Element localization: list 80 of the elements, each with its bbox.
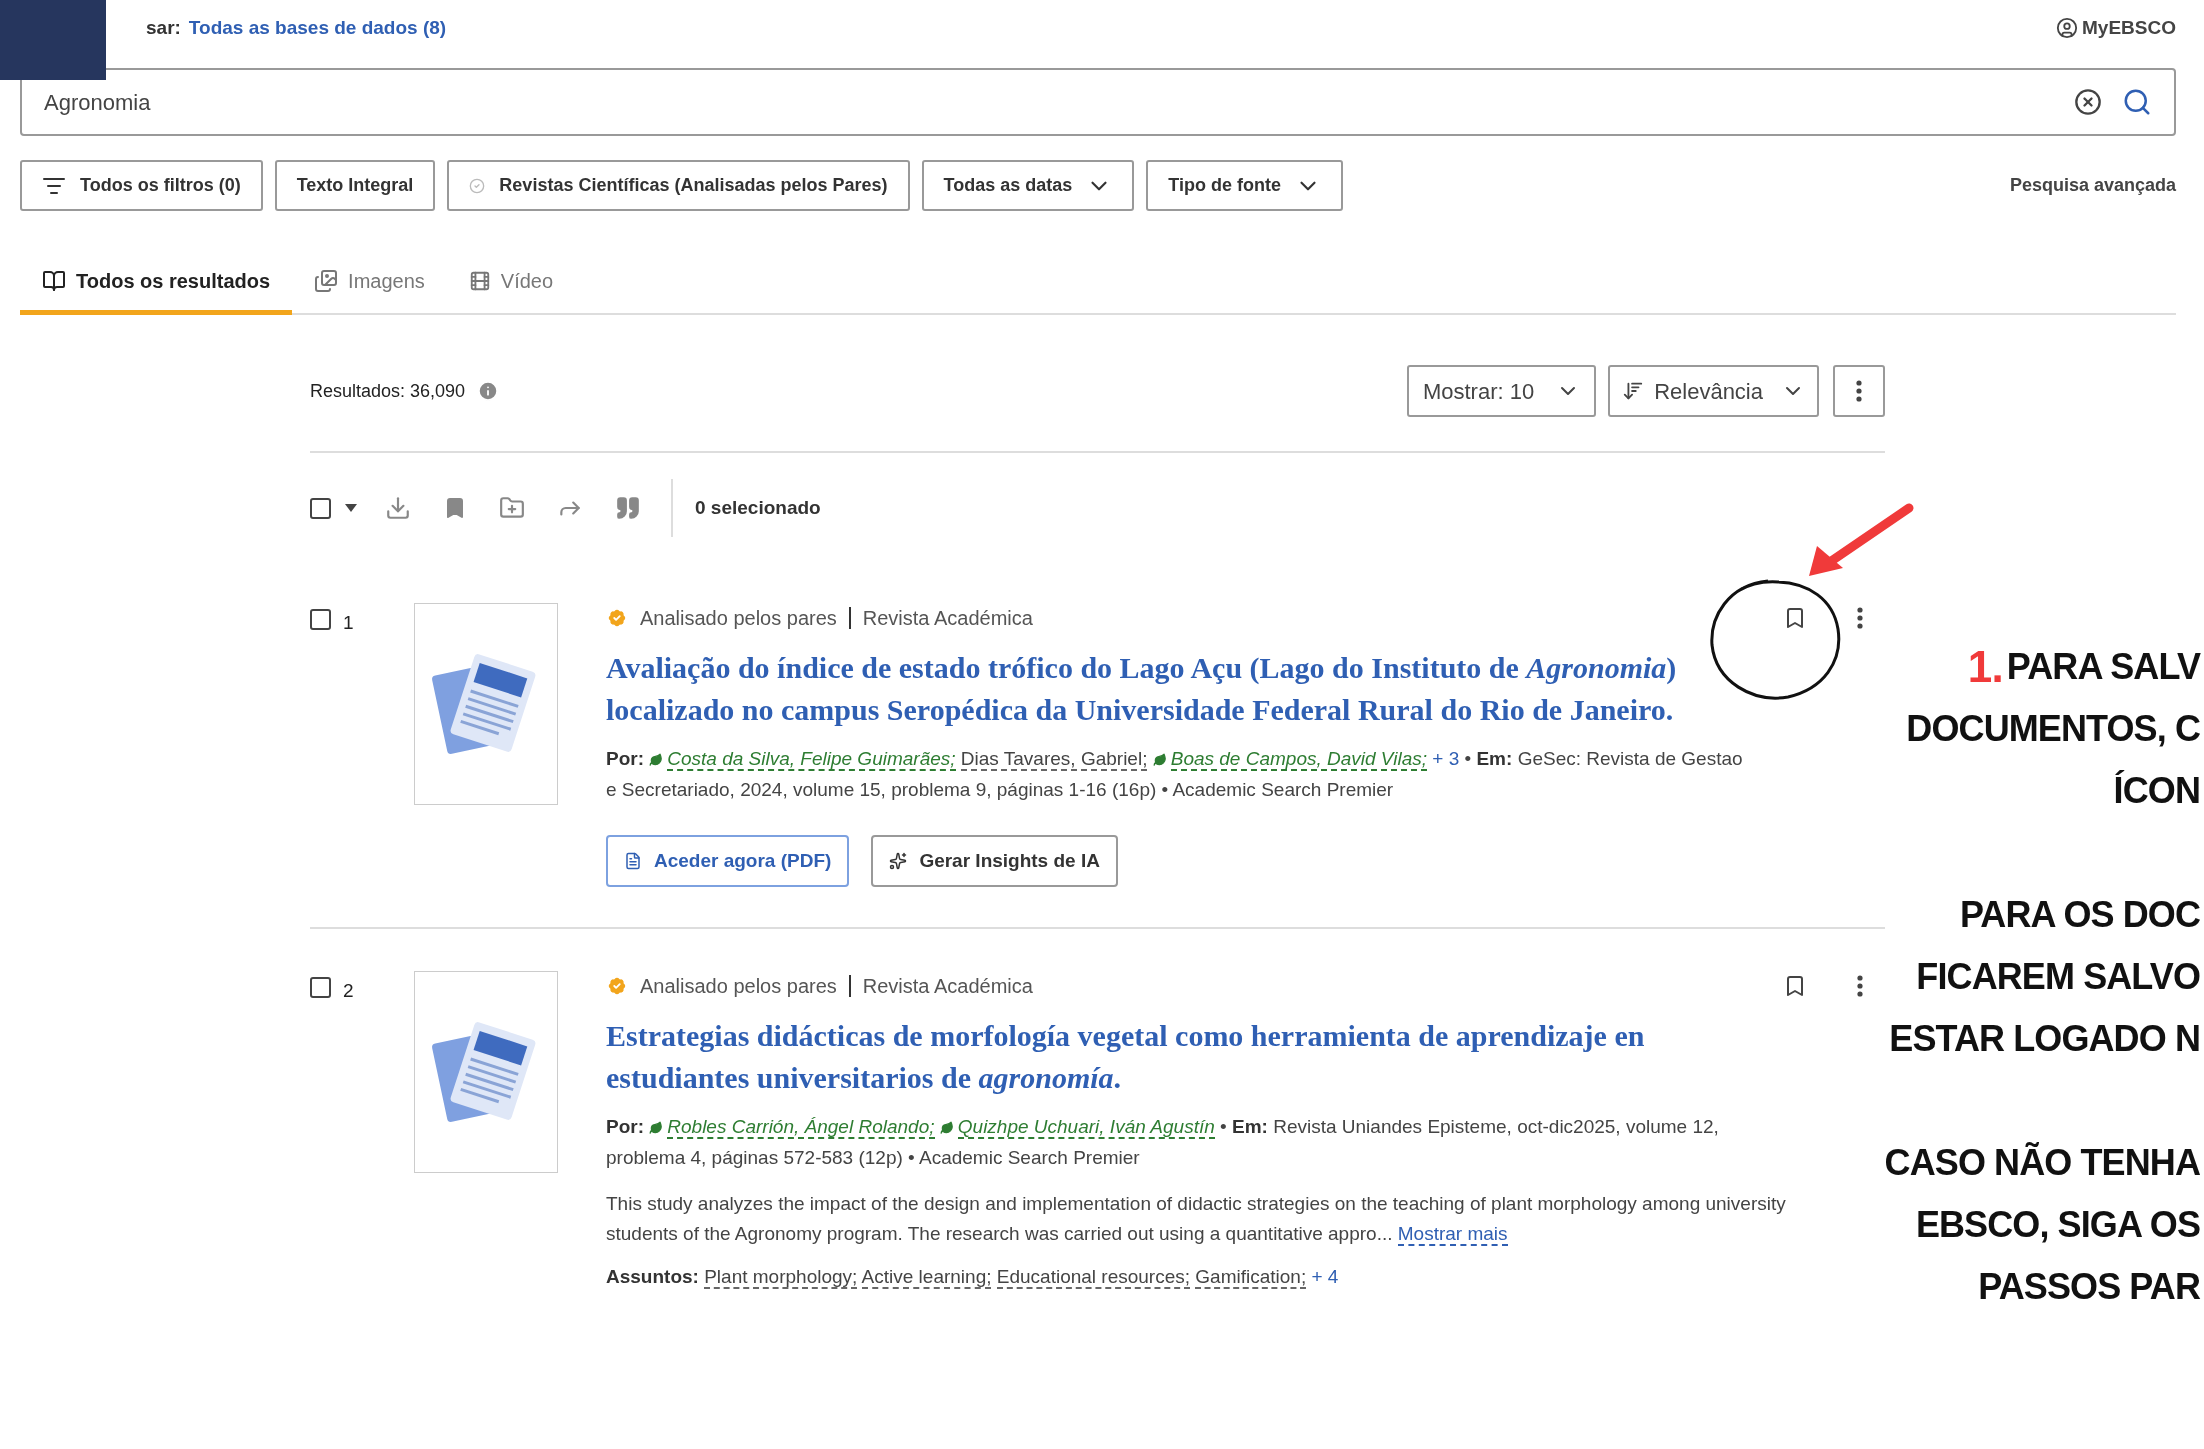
checkbox[interactable] <box>310 497 331 519</box>
annotation-text: PARA SALV <box>2006 645 2200 689</box>
subject-link[interactable]: Educational resources; <box>996 1266 1191 1289</box>
result-tab[interactable]: Todos os resultados <box>20 251 293 315</box>
abstract: This study analyzes the impact of the design and implementation of didactic strategies on the teaching of plant morphology among university students of the Agronomy program. The research was carried out using a quantitative appro... Mostrar mais <box>606 1192 1787 1248</box>
peer-reviewed-icon <box>606 975 628 997</box>
peer-reviewed-icon <box>606 607 628 629</box>
filter-button[interactable]: Todos os filtros (0) <box>20 160 263 211</box>
info-icon[interactable] <box>477 380 500 402</box>
filter-button[interactable]: Tipo de fonte <box>1146 160 1343 211</box>
result-tab[interactable]: Vídeo <box>446 251 576 315</box>
filter-button[interactable]: Todas as datas <box>921 160 1135 211</box>
annotation-text: PASSOS PAR <box>1978 1265 2200 1309</box>
sparkle-icon <box>889 852 908 870</box>
leaf-icon <box>649 1121 664 1135</box>
author-link[interactable]: Robles Carrión, Ángel Rolando; <box>667 1116 935 1139</box>
leaf-icon <box>939 1121 954 1135</box>
book-icon <box>42 268 66 293</box>
leaf-icon <box>1152 753 1167 767</box>
quote-icon[interactable] <box>615 495 641 521</box>
more-options-icon[interactable] <box>1857 607 1863 629</box>
pdf-icon <box>624 852 642 870</box>
result-tab[interactable]: Imagens <box>292 251 447 315</box>
account-link[interactable]: MyEBSCO <box>2082 13 2176 43</box>
results-count: Resultados: 36,090 <box>310 379 466 403</box>
images-icon <box>314 268 339 293</box>
more-subjects-link[interactable]: + 4 <box>1311 1266 1339 1287</box>
sort-dropdown[interactable]: Relevância <box>1608 365 1819 417</box>
author-link[interactable]: Dias Tavares, Gabriel; <box>960 748 1148 771</box>
annotation-text: ÍCON <box>2113 769 2200 813</box>
publication-type: Revista Académica <box>862 974 1033 999</box>
annotation-text: CASO NÃO TENHA <box>1884 1141 2200 1185</box>
peer-reviewed-label: Analisado pelos pares <box>640 606 837 631</box>
checkbox[interactable] <box>310 609 331 630</box>
check-icon <box>469 177 486 194</box>
annotation-text: EBSCO, SIGA OS <box>1915 1203 2200 1247</box>
advanced-search-link[interactable]: Pesquisa avançada <box>2009 172 2176 199</box>
selected-count: 0 selecionado <box>695 495 821 520</box>
annotation-text: ESTAR LOGADO N <box>1889 1017 2200 1061</box>
caret-down-icon <box>345 504 357 512</box>
filter-button[interactable]: Revistas Científicas (Analisadas pelos Pares) <box>447 160 910 211</box>
leaf-icon <box>649 753 664 767</box>
result-title[interactable]: Estrategias didácticas de morfología vegetal como herramienta de aprendizaje en estudiantes universitarios de agronomía. <box>606 1015 1736 1099</box>
annotation-text: FICAREM SALVO <box>1916 955 2200 999</box>
more-options-icon[interactable] <box>1857 975 1863 997</box>
peer-reviewed-label: Analisado pelos pares <box>640 974 837 999</box>
author-link[interactable]: Boas de Campos, David Vilas; <box>1170 748 1427 771</box>
author-link[interactable]: Quizhpe Uchuari, Iván Agustín <box>957 1116 1215 1139</box>
annotation-text: PARA OS DOC <box>1959 893 2200 937</box>
author-link[interactable]: Costa da Silva, Felipe Guimarães; <box>667 748 956 771</box>
clear-icon[interactable] <box>2074 88 2102 116</box>
subject-link[interactable]: Active learning; <box>861 1266 992 1289</box>
step-number: 1. <box>1967 641 2003 693</box>
ai-insights-button[interactable]: Gerar Insights de IA <box>871 835 1118 887</box>
publication-type: Revista Académica <box>862 606 1033 631</box>
user-icon <box>2056 17 2079 39</box>
database-scope-link[interactable]: Todas as bases de dados (8) <box>188 13 447 43</box>
page-size-dropdown[interactable]: Mostrar: 10 <box>1406 365 1597 417</box>
subject-link[interactable]: Plant morphology; <box>704 1266 858 1289</box>
folder-plus-icon[interactable] <box>499 495 525 521</box>
result-title[interactable]: Avaliação do índice de estado trófico do Lago Açu (Lago do Instituto de Agronomia) localizado no campus Seropédica da Universidade Federal Rural do Rio de Janeiro. <box>606 647 1736 731</box>
byline: Por: Robles Carrión, Ángel Rolando; Quizhpe Uchuari, Iván Agustín • Em: Revista Uniandes Episteme, oct-dic2025, volume 12, problema 4, páginas 572-583 (12p) • Academic Search Premier <box>606 1115 1720 1170</box>
more-options-icon[interactable] <box>1856 380 1862 402</box>
download-icon[interactable] <box>385 495 411 521</box>
search-scope-label: sar: <box>146 15 181 40</box>
subjects-line: Assuntos: Plant morphology; Active learning; Educational resources; Gamification; + 4 <box>606 1265 1340 1291</box>
result-number: 1 <box>343 611 354 635</box>
annotation-text: DOCUMENTOS, C <box>1906 707 2200 751</box>
subject-link[interactable]: Gamification; <box>1195 1266 1307 1289</box>
more-authors-link[interactable]: + 3 <box>1432 748 1460 769</box>
pdf-access-button[interactable]: Aceder agora (PDF) <box>606 835 850 887</box>
search-icon[interactable] <box>2122 87 2152 117</box>
byline: Por: Costa da Silva, Felipe Guimarães; Dias Tavares, Gabriel; Boas de Campos, David Vilas; + 3 • Em: GeSec: Revista de Gestao e Secretariado, 2024, volume 15, problema 9, páginas 1-16 (16p) • Academic Search Premier <box>606 747 1744 802</box>
show-more-link[interactable]: Mostrar mais <box>1397 1223 1508 1246</box>
search-field[interactable]: Agronomia <box>20 68 2176 136</box>
result-number: 2 <box>343 979 354 1003</box>
sort-icon <box>1622 380 1645 402</box>
film-icon <box>468 269 491 292</box>
checkbox[interactable] <box>310 977 331 998</box>
filter-button[interactable]: Texto Integral <box>274 160 436 211</box>
